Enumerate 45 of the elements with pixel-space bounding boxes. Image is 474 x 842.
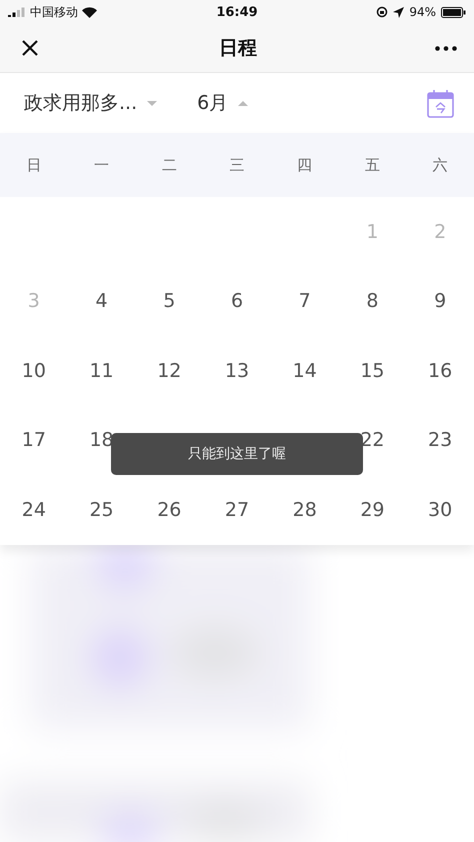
weekday-label: 三 xyxy=(229,156,244,174)
weekday-label: 一 xyxy=(94,156,110,174)
page-title: 日程 xyxy=(219,36,257,61)
rotation-lock-icon xyxy=(376,6,388,18)
carrier-name: 中国移动 xyxy=(30,4,78,20)
weekday-label: 五 xyxy=(364,156,380,174)
calendar-day[interactable]: 24 xyxy=(22,498,46,521)
calendar-day[interactable]: 7 xyxy=(298,290,311,312)
location-arrow-icon xyxy=(393,6,404,18)
message-toast: 只能到这里了喔 xyxy=(111,432,363,474)
more-icon xyxy=(435,46,457,50)
calendar-day[interactable]: 17 xyxy=(22,429,46,452)
calendar-day[interactable]: 12 xyxy=(157,360,182,382)
weekday-label: 二 xyxy=(162,156,177,174)
calendar-day[interactable]: 30 xyxy=(428,498,452,521)
calendar-day[interactable]: 29 xyxy=(360,498,385,521)
calendar-day[interactable]: 16 xyxy=(428,360,452,382)
wifi-icon xyxy=(82,6,97,18)
weekday-label: 四 xyxy=(297,156,312,174)
calendar-day[interactable]: 28 xyxy=(292,498,317,521)
calendar-day[interactable]: 15 xyxy=(360,360,385,382)
close-icon xyxy=(21,39,39,57)
clock-time: 16:49 xyxy=(216,4,258,20)
battery-icon xyxy=(441,6,466,18)
calendar-day[interactable]: 23 xyxy=(428,429,452,452)
weekday-label: 日 xyxy=(26,156,42,174)
calendar-day[interactable]: 26 xyxy=(157,498,182,521)
calendar-day[interactable]: 10 xyxy=(22,360,46,382)
calendar-day[interactable]: 25 xyxy=(89,498,114,521)
calendar-day[interactable]: 6 xyxy=(230,290,244,312)
today-button[interactable] xyxy=(426,88,454,118)
calendar-day[interactable]: 27 xyxy=(224,498,250,521)
calendar-day[interactable]: 5 xyxy=(163,290,176,312)
weekday-label: 六 xyxy=(432,156,448,174)
signal-icon xyxy=(8,7,26,17)
calendar-day[interactable]: 8 xyxy=(366,290,378,312)
calendar-day[interactable]: 11 xyxy=(89,360,114,382)
calendar-today-icon xyxy=(426,88,454,118)
battery-percent: 94% xyxy=(409,5,436,19)
calendar-day[interactable]: 4 xyxy=(96,290,108,312)
calendar-day[interactable]: 9 xyxy=(434,290,446,312)
filter-dropdown[interactable]: 6月 xyxy=(197,90,248,116)
calendar-day[interactable]: 14 xyxy=(292,360,317,382)
filter-dropdown[interactable]: 政求用那多... xyxy=(24,90,158,116)
calendar-day[interactable]: 13 xyxy=(224,360,250,382)
